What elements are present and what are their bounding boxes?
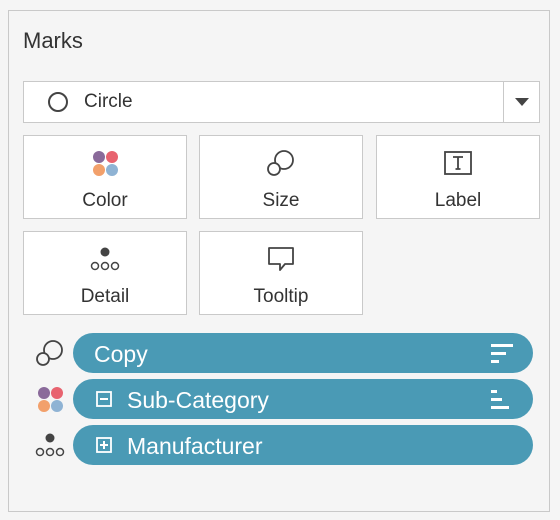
tooltip-card-label: Tooltip [253, 286, 309, 307]
collapse-icon[interactable] [96, 391, 112, 407]
mark-type-dropdown[interactable]: Circle [23, 81, 540, 123]
marks-panel: Marks Circle Color Size Label Detail Too… [8, 10, 550, 512]
detail-card[interactable]: Detail [23, 231, 187, 315]
color-card-label: Color [82, 190, 128, 211]
chevron-down-icon [515, 98, 529, 106]
color-card[interactable]: Color [23, 135, 187, 219]
size-card-label: Size [262, 190, 300, 211]
tooltip-card[interactable]: Tooltip [199, 231, 363, 315]
color-dots-icon [93, 151, 118, 176]
label-text-icon [444, 151, 472, 175]
copy-pill[interactable]: Copy [73, 333, 533, 373]
color-dots-icon [38, 387, 63, 412]
sub-category-pill-label: Sub-Category [127, 387, 269, 413]
dropdown-button[interactable] [503, 82, 539, 122]
size-circles-icon [267, 150, 294, 176]
copy-pill-label: Copy [94, 341, 148, 367]
expand-icon[interactable] [96, 437, 112, 453]
label-card-label: Label [434, 190, 482, 211]
sort-descending-icon[interactable] [491, 343, 515, 365]
circle-outline-icon [48, 92, 68, 112]
manufacturer-pill[interactable]: Manufacturer [73, 425, 533, 465]
detail-dots-icon [90, 247, 120, 271]
sort-ascending-icon[interactable] [491, 389, 515, 411]
sub-category-pill[interactable]: Sub-Category [73, 379, 533, 419]
detail-dots-icon [35, 433, 65, 457]
manufacturer-pill-label: Manufacturer [127, 433, 263, 459]
detail-card-label: Detail [80, 286, 130, 307]
label-card[interactable]: Label [376, 135, 540, 219]
size-card[interactable]: Size [199, 135, 363, 219]
size-circles-icon [36, 340, 63, 366]
mark-type-label: Circle [84, 91, 133, 112]
tooltip-bubble-icon [268, 247, 294, 271]
marks-title: Marks [23, 28, 83, 53]
